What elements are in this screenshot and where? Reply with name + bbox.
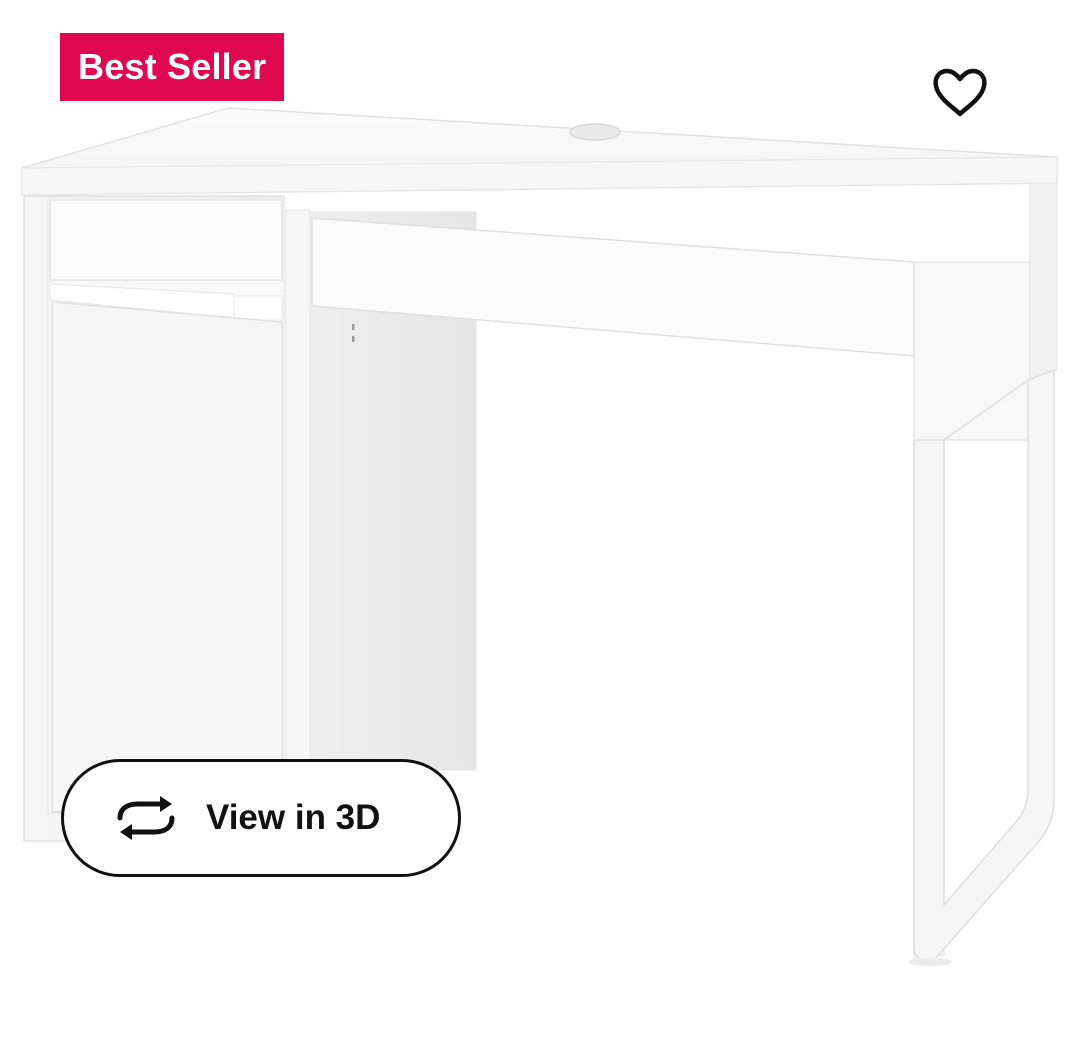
rotate-arrows-icon: [114, 796, 178, 840]
best-seller-badge: Best Seller: [60, 33, 285, 101]
product-gallery: Best Seller View in 3D: [0, 0, 1080, 1048]
badge-label: Best Seller: [78, 46, 267, 87]
heart-outline-icon: [933, 68, 987, 117]
add-to-favorites-button[interactable]: [922, 58, 998, 128]
view-in-3d-button[interactable]: View in 3D: [61, 759, 461, 877]
view-in-3d-label: View in 3D: [206, 798, 381, 837]
product-image: [21, 107, 1058, 966]
